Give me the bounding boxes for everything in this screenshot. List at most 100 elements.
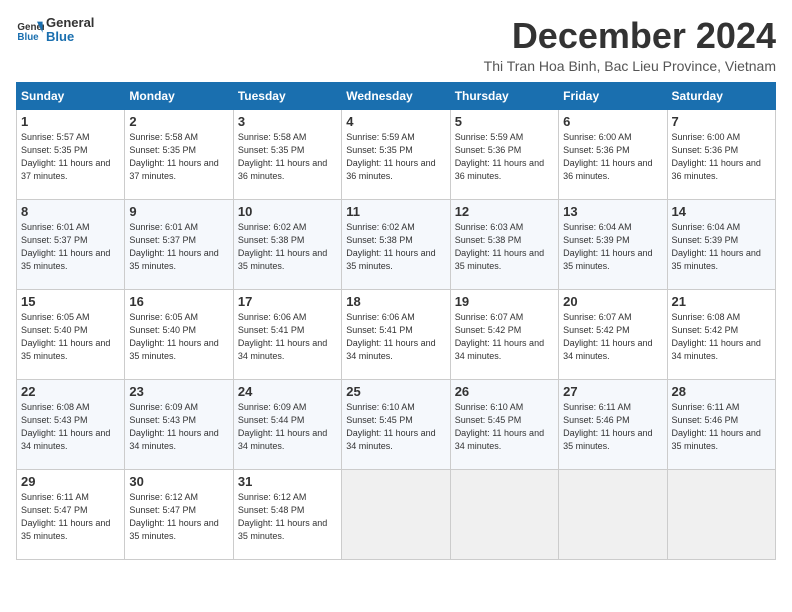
day-number: 6 <box>563 114 662 129</box>
day-number: 27 <box>563 384 662 399</box>
logo-general: General <box>46 16 94 30</box>
day-number: 9 <box>129 204 228 219</box>
day-info: Sunrise: 6:00 AMSunset: 5:36 PMDaylight:… <box>563 131 662 183</box>
day-number: 18 <box>346 294 445 309</box>
day-number: 5 <box>455 114 554 129</box>
day-info: Sunrise: 6:01 AMSunset: 5:37 PMDaylight:… <box>21 221 120 273</box>
day-info: Sunrise: 6:03 AMSunset: 5:38 PMDaylight:… <box>455 221 554 273</box>
table-row: 16 Sunrise: 6:05 AMSunset: 5:40 PMDayligh… <box>125 289 233 379</box>
day-info: Sunrise: 5:59 AMSunset: 5:35 PMDaylight:… <box>346 131 445 183</box>
calendar-header: Sunday Monday Tuesday Wednesday Thursday… <box>17 82 776 109</box>
day-number: 31 <box>238 474 337 489</box>
month-title: December 2024 <box>484 16 776 56</box>
table-row: 22 Sunrise: 6:08 AMSunset: 5:43 PMDayligh… <box>17 379 125 469</box>
calendar-body: 1Sunrise: 5:57 AMSunset: 5:35 PMDaylight… <box>17 109 776 559</box>
table-row: 5 Sunrise: 5:59 AMSunset: 5:36 PMDaylight… <box>450 109 558 199</box>
day-number: 13 <box>563 204 662 219</box>
day-info: Sunrise: 6:08 AMSunset: 5:42 PMDaylight:… <box>672 311 771 363</box>
day-info: Sunrise: 6:07 AMSunset: 5:42 PMDaylight:… <box>455 311 554 363</box>
day-info: Sunrise: 6:07 AMSunset: 5:42 PMDaylight:… <box>563 311 662 363</box>
header-tuesday: Tuesday <box>233 82 341 109</box>
day-info: Sunrise: 6:04 AMSunset: 5:39 PMDaylight:… <box>672 221 771 273</box>
day-info: Sunrise: 6:11 AMSunset: 5:46 PMDaylight:… <box>672 401 771 453</box>
day-number: 15 <box>21 294 120 309</box>
day-info: Sunrise: 6:09 AMSunset: 5:43 PMDaylight:… <box>129 401 228 453</box>
calendar-table: Sunday Monday Tuesday Wednesday Thursday… <box>16 82 776 560</box>
table-row: 3Sunrise: 5:58 AMSunset: 5:35 PMDaylight… <box>233 109 341 199</box>
table-row: 14Sunrise: 6:04 AMSunset: 5:39 PMDayligh… <box>667 199 775 289</box>
table-row: 4 Sunrise: 5:59 AMSunset: 5:35 PMDaylight… <box>342 109 450 199</box>
table-row: 17 Sunrise: 6:06 AMSunset: 5:41 PMDayligh… <box>233 289 341 379</box>
day-info: Sunrise: 6:11 AMSunset: 5:46 PMDaylight:… <box>563 401 662 453</box>
day-number: 4 <box>346 114 445 129</box>
title-block: December 2024 Thi Tran Hoa Binh, Bac Lie… <box>484 16 776 74</box>
day-number: 28 <box>672 384 771 399</box>
day-info: Sunrise: 6:10 AMSunset: 5:45 PMDaylight:… <box>455 401 554 453</box>
day-number: 10 <box>238 204 337 219</box>
table-row: 28 Sunrise: 6:11 AMSunset: 5:46 PMDayligh… <box>667 379 775 469</box>
table-row: 20 Sunrise: 6:07 AMSunset: 5:42 PMDayligh… <box>559 289 667 379</box>
logo: General Blue General Blue <box>16 16 94 45</box>
table-row: 24Sunrise: 6:09 AMSunset: 5:44 PMDayligh… <box>233 379 341 469</box>
day-number: 8 <box>21 204 120 219</box>
day-info: Sunrise: 6:08 AMSunset: 5:43 PMDaylight:… <box>21 401 120 453</box>
table-row: 2Sunrise: 5:58 AMSunset: 5:35 PMDaylight… <box>125 109 233 199</box>
table-row: 8 Sunrise: 6:01 AMSunset: 5:37 PMDaylight… <box>17 199 125 289</box>
table-row: 23 Sunrise: 6:09 AMSunset: 5:43 PMDayligh… <box>125 379 233 469</box>
day-number: 1 <box>21 114 120 129</box>
day-number: 17 <box>238 294 337 309</box>
day-info: Sunrise: 6:05 AMSunset: 5:40 PMDaylight:… <box>21 311 120 363</box>
day-number: 11 <box>346 204 445 219</box>
table-row: 25Sunrise: 6:10 AMSunset: 5:45 PMDayligh… <box>342 379 450 469</box>
table-row: 13 Sunrise: 6:04 AMSunset: 5:39 PMDayligh… <box>559 199 667 289</box>
day-info: Sunrise: 6:05 AMSunset: 5:40 PMDaylight:… <box>129 311 228 363</box>
table-row: 7 Sunrise: 6:00 AMSunset: 5:36 PMDaylight… <box>667 109 775 199</box>
table-row <box>450 469 558 559</box>
day-number: 7 <box>672 114 771 129</box>
day-number: 20 <box>563 294 662 309</box>
header-monday: Monday <box>125 82 233 109</box>
table-row <box>342 469 450 559</box>
day-info: Sunrise: 6:00 AMSunset: 5:36 PMDaylight:… <box>672 131 771 183</box>
table-row: 15 Sunrise: 6:05 AMSunset: 5:40 PMDayligh… <box>17 289 125 379</box>
table-row: 31 Sunrise: 6:12 AMSunset: 5:48 PMDayligh… <box>233 469 341 559</box>
logo-blue: Blue <box>46 30 94 44</box>
day-number: 3 <box>238 114 337 129</box>
logo-icon: General Blue <box>16 16 44 44</box>
day-number: 29 <box>21 474 120 489</box>
day-number: 12 <box>455 204 554 219</box>
table-row: 11Sunrise: 6:02 AMSunset: 5:38 PMDayligh… <box>342 199 450 289</box>
day-number: 21 <box>672 294 771 309</box>
day-number: 22 <box>21 384 120 399</box>
day-info: Sunrise: 6:01 AMSunset: 5:37 PMDaylight:… <box>129 221 228 273</box>
page-header: General Blue General Blue December 2024 … <box>16 16 776 74</box>
day-info: Sunrise: 6:06 AMSunset: 5:41 PMDaylight:… <box>238 311 337 363</box>
table-row: 1Sunrise: 5:57 AMSunset: 5:35 PMDaylight… <box>17 109 125 199</box>
day-number: 25 <box>346 384 445 399</box>
table-row: 10Sunrise: 6:02 AMSunset: 5:38 PMDayligh… <box>233 199 341 289</box>
day-number: 30 <box>129 474 228 489</box>
svg-text:Blue: Blue <box>17 32 39 43</box>
day-number: 2 <box>129 114 228 129</box>
day-number: 23 <box>129 384 228 399</box>
table-row: 30Sunrise: 6:12 AMSunset: 5:47 PMDayligh… <box>125 469 233 559</box>
header-wednesday: Wednesday <box>342 82 450 109</box>
table-row <box>559 469 667 559</box>
table-row: 19 Sunrise: 6:07 AMSunset: 5:42 PMDayligh… <box>450 289 558 379</box>
table-row <box>667 469 775 559</box>
day-number: 16 <box>129 294 228 309</box>
day-info: Sunrise: 6:04 AMSunset: 5:39 PMDaylight:… <box>563 221 662 273</box>
day-number: 19 <box>455 294 554 309</box>
day-info: Sunrise: 5:59 AMSunset: 5:36 PMDaylight:… <box>455 131 554 183</box>
header-sunday: Sunday <box>17 82 125 109</box>
day-info: Sunrise: 6:12 AMSunset: 5:48 PMDaylight:… <box>238 491 337 543</box>
location-subtitle: Thi Tran Hoa Binh, Bac Lieu Province, Vi… <box>484 58 776 74</box>
day-info: Sunrise: 6:06 AMSunset: 5:41 PMDaylight:… <box>346 311 445 363</box>
table-row: 18 Sunrise: 6:06 AMSunset: 5:41 PMDayligh… <box>342 289 450 379</box>
table-row: 21 Sunrise: 6:08 AMSunset: 5:42 PMDayligh… <box>667 289 775 379</box>
day-info: Sunrise: 6:09 AMSunset: 5:44 PMDaylight:… <box>238 401 337 453</box>
header-saturday: Saturday <box>667 82 775 109</box>
table-row: 29 Sunrise: 6:11 AMSunset: 5:47 PMDayligh… <box>17 469 125 559</box>
table-row: 6 Sunrise: 6:00 AMSunset: 5:36 PMDaylight… <box>559 109 667 199</box>
day-info: Sunrise: 6:11 AMSunset: 5:47 PMDaylight:… <box>21 491 120 543</box>
